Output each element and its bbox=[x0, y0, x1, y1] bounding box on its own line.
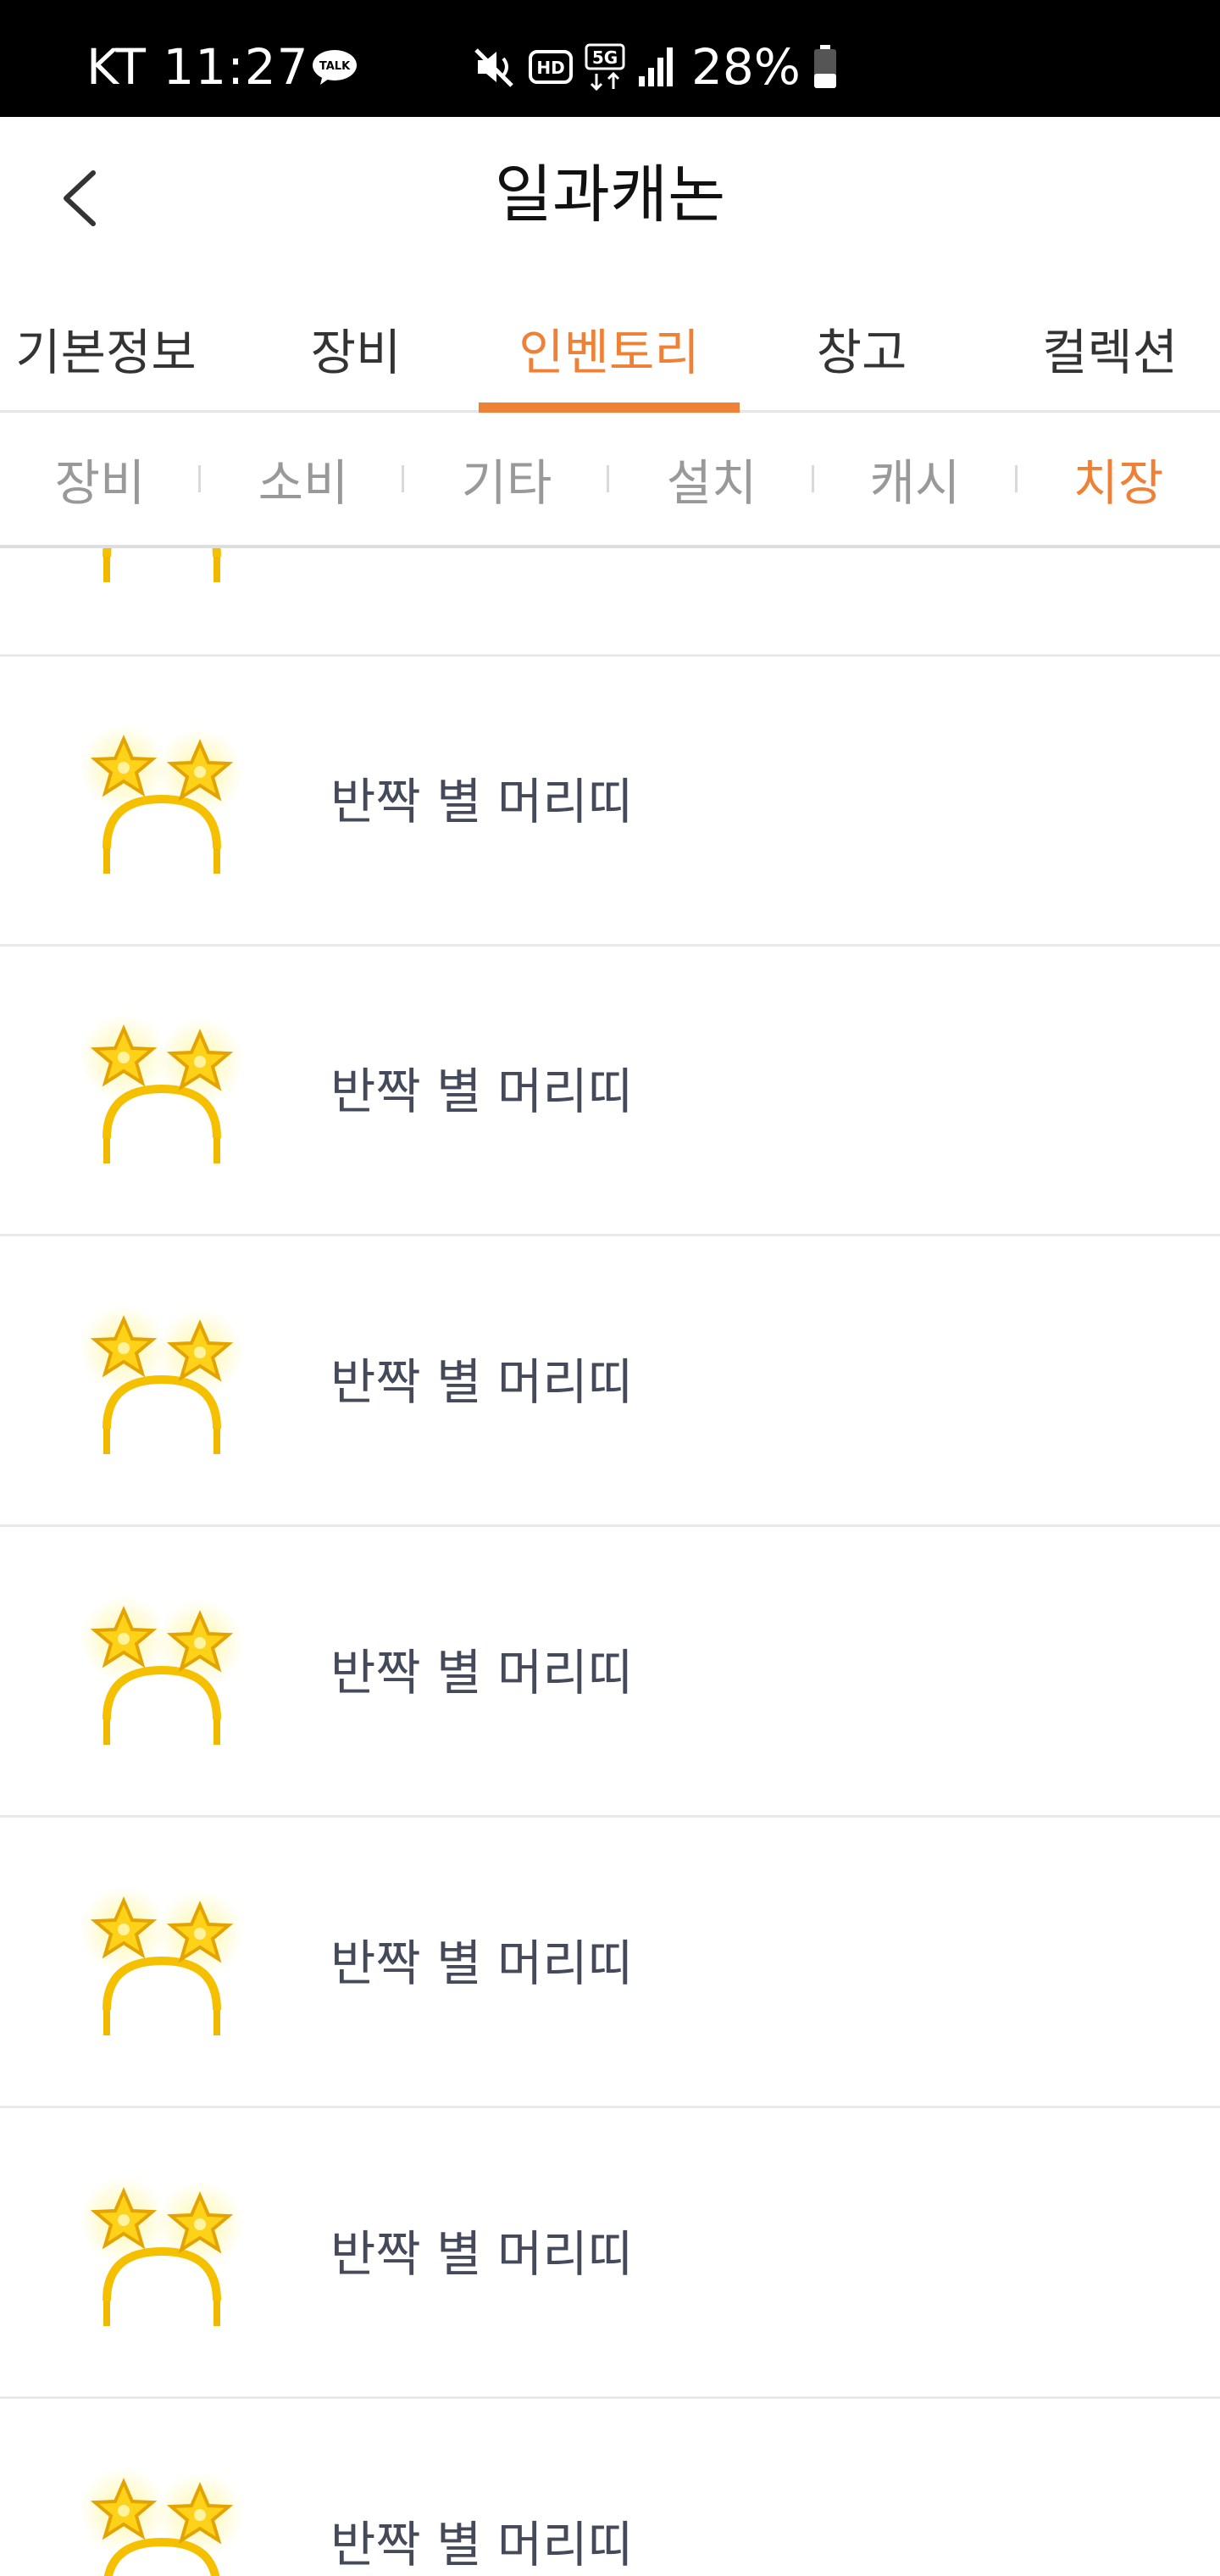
list-item[interactable]: 반짝 별 머리띠 bbox=[0, 1237, 1220, 1527]
talk-icon: TALK bbox=[313, 50, 357, 85]
tab-label: 장비 bbox=[310, 324, 402, 381]
hd-icon: HD bbox=[529, 50, 573, 84]
divider bbox=[198, 465, 201, 492]
divider bbox=[607, 465, 609, 492]
divider bbox=[402, 465, 404, 492]
mute-icon bbox=[474, 48, 513, 87]
tab-label: 컬렉션 bbox=[1041, 324, 1178, 381]
tab-basic-info[interactable]: 기본정보 bbox=[0, 286, 212, 410]
item-name: 반짝 별 머리띠 bbox=[330, 1935, 634, 1992]
list-item[interactable]: 반짝 별 머리띠 bbox=[0, 1528, 1220, 1818]
tab-storage[interactable]: 창고 bbox=[777, 286, 946, 410]
list-item[interactable]: 반짝 별 머리띠 bbox=[0, 657, 1220, 947]
subtab-cosmetic[interactable]: 치장 bbox=[1059, 413, 1178, 545]
item-name: 반짝 별 머리띠 bbox=[330, 2516, 634, 2573]
page-title: 일과캐논 bbox=[494, 158, 726, 231]
subtab-etc[interactable]: 기타 bbox=[447, 413, 566, 545]
signal-icon bbox=[639, 47, 673, 86]
subtab-install[interactable]: 설치 bbox=[652, 413, 771, 545]
subtab-label: 소비 bbox=[258, 454, 349, 512]
list-item[interactable] bbox=[0, 548, 1220, 657]
tab-equipment[interactable]: 장비 bbox=[271, 286, 441, 410]
subtab-label: 치장 bbox=[1073, 454, 1164, 512]
status-icons: HD 5G 28% bbox=[473, 39, 838, 95]
star-headband-icon bbox=[80, 724, 244, 874]
tab-label: 기본정보 bbox=[15, 324, 197, 381]
item-name: 반짝 별 머리띠 bbox=[330, 1644, 634, 1702]
main-tab-bar: 기본정보 장비 인벤토리 창고 컬렉션 bbox=[0, 286, 1220, 413]
star-headband-icon bbox=[80, 1885, 244, 2035]
tab-label: 인벤토리 bbox=[518, 324, 700, 381]
star-headband-icon bbox=[80, 1304, 244, 1454]
divider bbox=[1015, 465, 1018, 492]
app-header: 일과캐논 bbox=[0, 117, 1220, 278]
svg-text:5G: 5G bbox=[592, 47, 618, 68]
tab-collection[interactable]: 컬렉션 bbox=[1012, 286, 1207, 410]
star-headband-icon bbox=[80, 2176, 244, 2326]
subtab-consumable[interactable]: 소비 bbox=[244, 413, 363, 545]
item-name: 반짝 별 머리띠 bbox=[330, 2225, 634, 2283]
list-item[interactable]: 반짝 별 머리띠 bbox=[0, 2400, 1220, 2576]
active-tab-indicator bbox=[479, 402, 740, 413]
svg-text:TALK: TALK bbox=[319, 60, 351, 73]
item-name: 반짝 별 머리띠 bbox=[330, 1063, 634, 1120]
status-bar: KT 11:27 TALK HD 5G 28% bbox=[0, 0, 1220, 117]
battery-icon bbox=[813, 45, 836, 88]
tab-label: 창고 bbox=[816, 324, 907, 381]
battery-percent: 28% bbox=[691, 38, 801, 96]
tab-inventory[interactable]: 인벤토리 bbox=[479, 286, 740, 413]
list-item[interactable]: 반짝 별 머리띠 bbox=[0, 947, 1220, 1236]
item-name: 반짝 별 머리띠 bbox=[330, 1353, 634, 1411]
star-headband-icon bbox=[103, 548, 221, 582]
subtab-label: 기타 bbox=[461, 454, 552, 512]
item-list[interactable]: 반짝 별 머리띠 반짝 별 머리띠 반짝 별 머리띠 반짝 별 머리띠 반짝 별… bbox=[0, 548, 1220, 2576]
star-headband-icon bbox=[80, 2467, 244, 2576]
carrier-time: KT 11:27 bbox=[86, 38, 309, 96]
subtab-label: 캐시 bbox=[869, 454, 961, 512]
item-name: 반짝 별 머리띠 bbox=[330, 773, 634, 830]
list-item[interactable]: 반짝 별 머리띠 bbox=[0, 2109, 1220, 2399]
subtab-label: 설치 bbox=[666, 454, 757, 512]
divider bbox=[812, 465, 814, 492]
svg-text:HD: HD bbox=[536, 58, 564, 78]
sub-tab-bar: 장비 소비 기타 설치 캐시 치장 bbox=[0, 413, 1220, 548]
subtab-equipment[interactable]: 장비 bbox=[41, 413, 159, 545]
subtab-cash[interactable]: 캐시 bbox=[856, 413, 974, 545]
star-headband-icon bbox=[80, 1013, 244, 1163]
star-headband-icon bbox=[80, 1595, 244, 1745]
subtab-label: 장비 bbox=[54, 454, 146, 512]
list-item[interactable]: 반짝 별 머리띠 bbox=[0, 1818, 1220, 2108]
5g-icon: 5G bbox=[585, 43, 625, 91]
